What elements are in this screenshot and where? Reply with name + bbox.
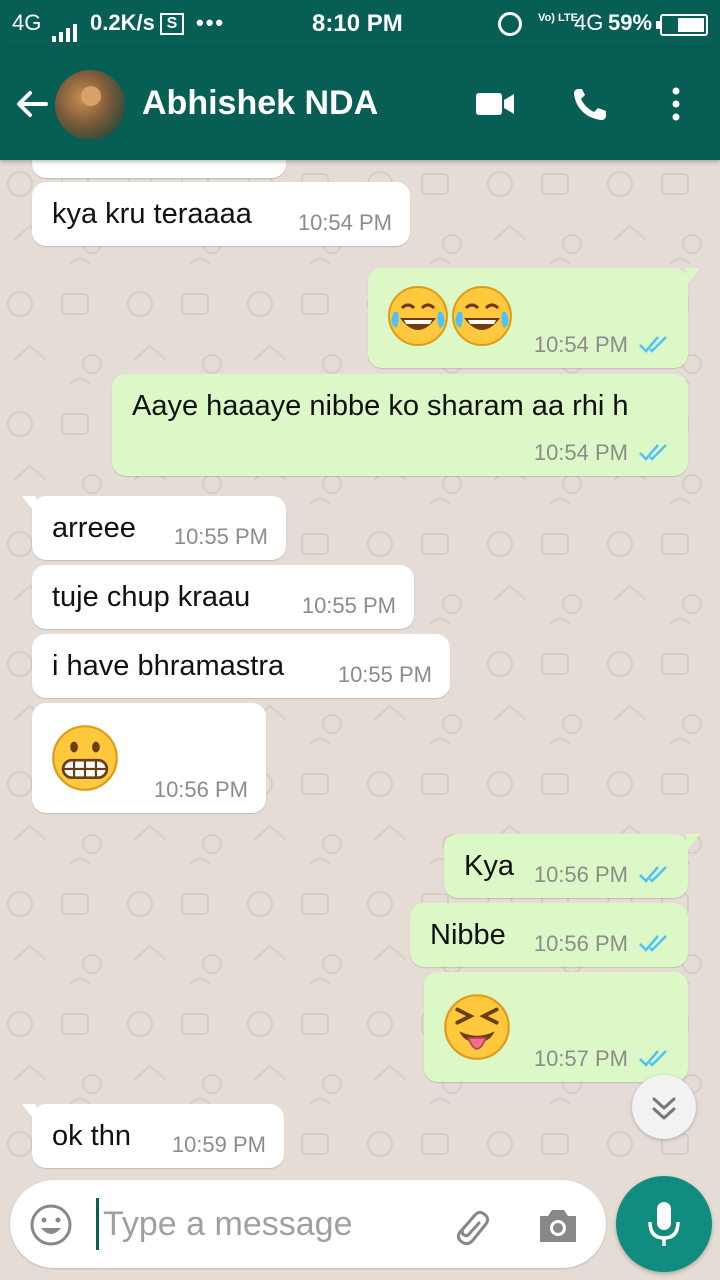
message-incoming[interactable]: 10:56 PM bbox=[32, 703, 266, 813]
double-chevron-down-icon bbox=[652, 1097, 676, 1120]
status-bar: 4G 0.2K/s S ••• 8:10 PM Vo) LTE 4G 59% bbox=[0, 0, 720, 48]
s-badge-icon: S bbox=[160, 13, 184, 35]
message-text: arreee bbox=[52, 512, 136, 544]
volte-icon: Vo) LTE bbox=[538, 12, 578, 24]
message-outgoing[interactable]: Kya 10:56 PM bbox=[444, 834, 700, 898]
message-text: kya kru teraaaa bbox=[52, 198, 252, 230]
emoji-picker-icon[interactable] bbox=[28, 1202, 74, 1248]
read-ticks-icon bbox=[639, 336, 667, 353]
read-ticks-icon bbox=[639, 935, 667, 952]
voice-record-button[interactable] bbox=[616, 1176, 712, 1272]
message-time: 10:55 PM bbox=[173, 524, 268, 549]
battery-percent: 59% bbox=[608, 10, 653, 35]
contact-name[interactable]: Abhishek NDA bbox=[142, 84, 378, 123]
message-outgoing[interactable]: 10:54 PM bbox=[368, 268, 700, 368]
message-text: i have bhramastra bbox=[52, 650, 285, 682]
squinting-tongue-emoji-icon bbox=[444, 994, 510, 1060]
message-text: tuje chup kraau bbox=[52, 581, 251, 613]
message-incoming[interactable]: i have bhramastra 10:55 PM bbox=[32, 634, 450, 698]
message-input[interactable] bbox=[96, 1198, 426, 1250]
message-text: Nibbe bbox=[430, 919, 506, 951]
video-call-icon[interactable] bbox=[474, 86, 516, 122]
message-time: 10:54 PM bbox=[297, 210, 392, 235]
battery-icon bbox=[656, 14, 708, 36]
message-time: 10:59 PM bbox=[171, 1132, 266, 1157]
network-type: 4G bbox=[12, 10, 42, 35]
message-text: Aaye haaaye nibbe ko sharam aa rhi h bbox=[132, 390, 629, 422]
voice-call-icon[interactable] bbox=[570, 86, 612, 122]
more-options-icon[interactable] bbox=[662, 86, 690, 122]
network-type-right: 4G bbox=[574, 10, 604, 35]
camera-icon[interactable] bbox=[536, 1204, 580, 1246]
network-speed: 0.2K/s bbox=[90, 10, 155, 35]
message-text: Kya bbox=[464, 850, 514, 882]
clock: 8:10 PM bbox=[312, 10, 403, 37]
message-composer bbox=[10, 1180, 606, 1268]
grimacing-face-emoji-icon bbox=[52, 725, 118, 791]
message-time: 10:56 PM bbox=[153, 777, 248, 802]
message-incoming[interactable]: tuje chup kraau 10:55 PM bbox=[32, 565, 414, 629]
message-partial[interactable] bbox=[32, 160, 286, 178]
message-time: 10:54 PM bbox=[533, 332, 628, 357]
message-time: 10:54 PM bbox=[533, 440, 628, 465]
message-time: 10:56 PM bbox=[533, 931, 628, 956]
message-text: ok thn bbox=[52, 1120, 131, 1152]
attach-icon[interactable] bbox=[446, 1202, 494, 1250]
message-outgoing[interactable]: Nibbe 10:56 PM bbox=[410, 903, 688, 967]
message-incoming[interactable]: arreee 10:55 PM bbox=[22, 496, 286, 560]
message-outgoing[interactable]: Aaye haaaye nibbe ko sharam aa rhi h 10:… bbox=[112, 374, 688, 476]
more-notifications-icon: ••• bbox=[196, 10, 226, 35]
message-time: 10:56 PM bbox=[533, 862, 628, 887]
read-ticks-icon bbox=[639, 444, 667, 461]
avatar[interactable] bbox=[55, 70, 125, 140]
scroll-to-bottom-button[interactable] bbox=[632, 1075, 696, 1139]
read-ticks-icon bbox=[639, 1050, 667, 1067]
message-time: 10:57 PM bbox=[533, 1046, 628, 1071]
alarm-icon bbox=[498, 12, 522, 36]
chat-header: Abhishek NDA bbox=[0, 48, 720, 160]
chat-area[interactable]: kya kru teraaaa 10:54 PM 10:54 PM Aaye h… bbox=[0, 160, 720, 1170]
microphone-icon bbox=[648, 1202, 680, 1246]
message-time: 10:55 PM bbox=[337, 662, 432, 687]
message-outgoing[interactable]: 10:57 PM bbox=[424, 972, 688, 1082]
read-ticks-icon bbox=[639, 866, 667, 883]
tears-of-joy-emoji-icon bbox=[388, 286, 512, 346]
message-incoming[interactable]: kya kru teraaaa 10:54 PM bbox=[32, 182, 410, 246]
message-incoming[interactable]: ok thn 10:59 PM bbox=[22, 1104, 284, 1168]
back-arrow-icon[interactable] bbox=[12, 84, 52, 124]
message-time: 10:55 PM bbox=[301, 593, 396, 618]
signal-icon bbox=[52, 16, 80, 42]
